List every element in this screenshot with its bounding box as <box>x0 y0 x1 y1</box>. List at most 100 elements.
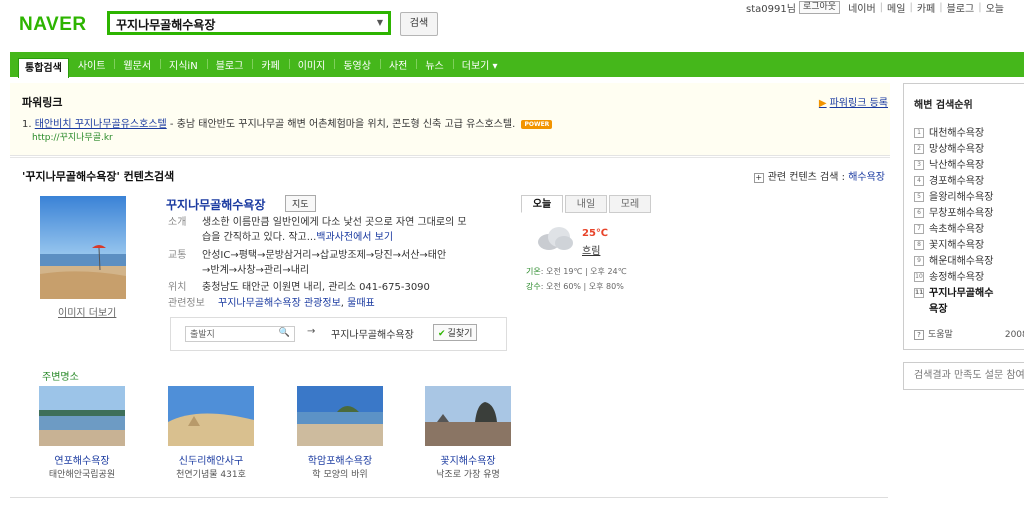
util-link-cafe[interactable]: 카페 <box>917 0 935 15</box>
tab-video[interactable]: 동영상 <box>334 57 380 72</box>
rank-label[interactable]: 속초해수욕장 <box>929 224 984 235</box>
ranking-item[interactable]: 3 낙산해수욕장 <box>914 158 993 174</box>
rank-label[interactable]: 경포해수욕장 <box>929 176 984 187</box>
related-link[interactable]: 해수욕장 <box>848 172 885 183</box>
weather-condition[interactable]: 흐림 <box>582 242 600 257</box>
info-related: 관련정보 꾸지나무골해수욕장 관광정보, 물때표 <box>168 298 375 309</box>
rank-number: 9 <box>914 256 924 266</box>
spot-image[interactable] <box>297 386 383 446</box>
ad-title-link[interactable]: 태안비치 꾸지나무골유스호스텔 <box>35 119 167 130</box>
weather-tab-tomorrow[interactable]: 내일 <box>565 195 607 213</box>
spot-name[interactable]: 꽃지해수욕장 <box>418 452 518 467</box>
util-link-blog[interactable]: 블로그 <box>947 0 975 15</box>
spot-image[interactable] <box>168 386 254 446</box>
ranking-item[interactable]: 11 꾸지나무골해수 <box>914 286 993 302</box>
divider <box>10 497 888 498</box>
rank-number: 2 <box>914 144 924 154</box>
rank-label[interactable]: 낙산해수욕장 <box>929 160 984 171</box>
ad-url[interactable]: http://꾸지나무골.kr <box>32 130 113 143</box>
place-name-link[interactable]: 꾸지나무골해수욕장 <box>166 196 265 213</box>
tide-table-link[interactable]: 물때표 <box>347 298 375 309</box>
ranking-item[interactable]: 7 속초해수욕장 <box>914 222 993 238</box>
logout-button[interactable]: 로그아웃 <box>798 0 841 14</box>
spot-image[interactable] <box>39 386 125 446</box>
ranking-item[interactable]: 9 해운대해수욕장 <box>914 254 993 270</box>
ad-description: - 충남 태안반도 꾸지나무골 해변 어촌체험마을 위치, 콘도형 신축 고급 … <box>169 119 516 130</box>
ranking-item[interactable]: 1 대천해수욕장 <box>914 126 993 142</box>
route-search-button[interactable]: ✔ 길찾기 <box>433 324 478 341</box>
weather-tab-day-after[interactable]: 모레 <box>609 195 651 213</box>
ranking-list: 1 대천해수욕장 2 망상해수욕장 3 낙산해수욕장 4 경포해수욕장 5 을왕리해수욕장… <box>914 126 993 318</box>
spot-image[interactable] <box>425 386 511 446</box>
tab-cafe[interactable]: 카페 <box>252 57 288 72</box>
powerlink-register-link[interactable]: ▶ 파워링크 등록 <box>819 94 888 109</box>
naver-logo[interactable]: NAVER <box>19 14 87 36</box>
plus-icon[interactable]: + <box>753 173 764 183</box>
temp-values: : 오전 19℃ | 오후 24℃ <box>540 267 627 276</box>
rank-label[interactable]: 욕장 <box>929 304 947 315</box>
nearby-spot[interactable]: 꽃지해수욕장 낙조로 가장 유명 <box>418 386 518 480</box>
rank-label[interactable]: 망상해수욕장 <box>929 144 984 155</box>
spot-name[interactable]: 연포해수욕장 <box>32 452 132 467</box>
tab-site[interactable]: 사이트 <box>69 57 115 72</box>
util-link-naver[interactable]: 네이버 <box>848 0 876 15</box>
rank-label[interactable]: 을왕리해수욕장 <box>929 192 993 203</box>
beach-ranking-panel: 해변 검색순위 1 대천해수욕장 2 망상해수욕장 3 낙산해수욕장 4 경포해수욕장 … <box>903 83 1024 350</box>
ranking-item-cont[interactable]: 욕장 <box>914 302 993 318</box>
dropdown-arrow-icon[interactable]: ▼ <box>377 18 383 27</box>
rank-number: 3 <box>914 160 924 170</box>
tab-integrated[interactable]: 통합검색 <box>18 57 69 78</box>
util-link-today[interactable]: 오늘 <box>986 0 1004 15</box>
rank-number: 7 <box>914 224 924 234</box>
nearby-spot[interactable]: 학암포해수욕장 학 모양의 바위 <box>290 386 390 480</box>
ranking-item[interactable]: 5 을왕리해수욕장 <box>914 190 993 206</box>
tab-web[interactable]: 웹문서 <box>114 57 160 72</box>
weather-rain-detail: 강수: 오전 60% | 오후 80% <box>526 281 624 292</box>
related-info-label: 관련정보 <box>168 298 205 309</box>
spot-desc: 태안해안국립공원 <box>48 470 116 480</box>
help-link[interactable]: ? 도움말 2008 <box>914 327 1024 340</box>
tab-kin[interactable]: 지식iN <box>160 57 207 72</box>
spot-name[interactable]: 학암포해수욕장 <box>290 452 390 467</box>
tab-blog[interactable]: 블로그 <box>206 57 253 72</box>
help-label[interactable]: 도움말 <box>928 330 953 340</box>
weather-temperature: 25℃ <box>582 228 609 239</box>
rank-label[interactable]: 꽃지해수욕장 <box>929 240 984 251</box>
ranking-item[interactable]: 8 꽃지해수욕장 <box>914 238 993 254</box>
beach-image[interactable] <box>40 196 126 299</box>
tab-news[interactable]: 뉴스 <box>416 57 452 72</box>
ranking-title: 해변 검색순위 <box>914 100 973 111</box>
nearby-spot[interactable]: 신두리해안사구 천연기념물 431호 <box>161 386 261 480</box>
map-button[interactable]: 지도 <box>285 195 316 212</box>
nearby-title: 주변명소 <box>42 372 79 383</box>
magnifier-icon[interactable]: 🔍 <box>279 328 290 338</box>
ranking-item[interactable]: 2 망상해수욕장 <box>914 142 993 158</box>
tourism-info-link[interactable]: 꾸지나무골해수욕장 관광정보 <box>218 298 341 309</box>
ranking-item[interactable]: 10 송정해수욕장 <box>914 270 993 286</box>
encyclopedia-link[interactable]: 백과사전에서 보기 <box>316 232 393 243</box>
image-more-link[interactable]: 이미지 더보기 <box>58 304 116 319</box>
search-input[interactable] <box>116 15 366 33</box>
ranking-item[interactable]: 4 경포해수욕장 <box>914 174 993 190</box>
traffic-text-2: →반계→사창→관리→내리 <box>202 265 310 276</box>
ranking-item[interactable]: 6 무창포해수욕장 <box>914 206 993 222</box>
satisfaction-survey-button[interactable]: 검색결과 만족도 설문 참여 <box>903 362 1024 390</box>
search-box[interactable]: ▼ <box>107 11 391 35</box>
route-start-input[interactable]: 출발지 🔍 <box>185 326 295 342</box>
tab-dictionary[interactable]: 사전 <box>379 57 416 72</box>
spot-name[interactable]: 신두리해안사구 <box>161 452 261 467</box>
search-button[interactable]: 검색 <box>400 12 438 36</box>
rank-label[interactable]: 해운대해수욕장 <box>929 256 993 267</box>
help-extra: 2008 <box>1004 330 1024 340</box>
powerlink-register-label[interactable]: 파워링크 등록 <box>830 98 888 109</box>
nearby-spot[interactable]: 연포해수욕장 태안해안국립공원 <box>32 386 132 480</box>
rank-label[interactable]: 송정해수욕장 <box>929 272 984 283</box>
weather-tab-today[interactable]: 오늘 <box>521 195 563 213</box>
rank-label[interactable]: 무창포해수욕장 <box>929 208 993 219</box>
rank-number: 5 <box>914 192 924 202</box>
tab-more[interactable]: 더보기 ▾ <box>452 57 507 72</box>
rank-label[interactable]: 대천해수욕장 <box>929 128 984 139</box>
tab-image[interactable]: 이미지 <box>288 57 335 72</box>
rank-label[interactable]: 꾸지나무골해수 <box>929 288 993 299</box>
util-link-mail[interactable]: 메일 <box>887 0 905 15</box>
